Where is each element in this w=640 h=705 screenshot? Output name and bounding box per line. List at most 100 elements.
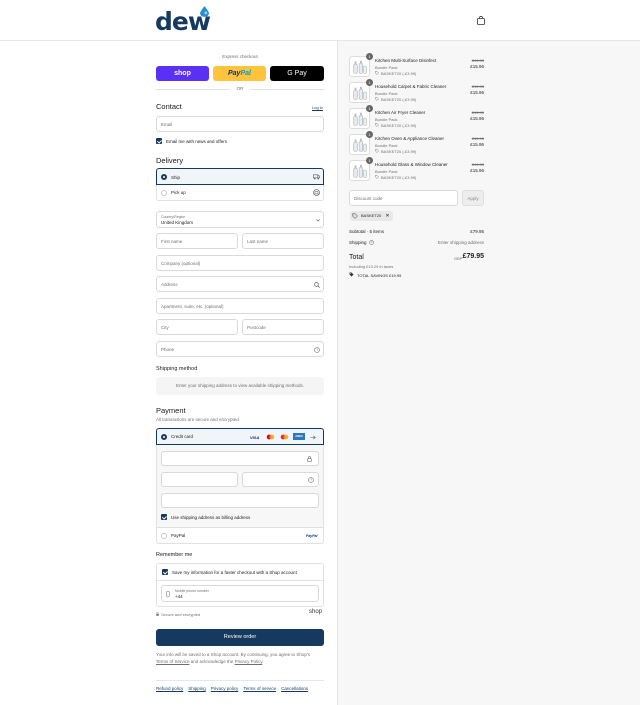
review-order-button[interactable]: Review order — [156, 629, 324, 646]
savings-tag-icon — [349, 272, 354, 277]
item-quantity-badge: 1 — [366, 53, 373, 60]
express-checkout-label: Express checkout — [222, 54, 258, 59]
discount-tag: BASKET20 ✕ — [350, 211, 393, 221]
country-select[interactable]: Country/Region United Kingdom — [156, 211, 324, 228]
mobile-phone-field[interactable]: Mobile phone number +44 — [161, 585, 319, 602]
name-on-card-field[interactable] — [161, 493, 319, 508]
phone-field[interactable]: Phone ? — [156, 341, 324, 357]
item-old-price: £19.95 — [471, 110, 484, 115]
address-placeholder: Address — [161, 282, 178, 287]
footer-link-cancellations[interactable]: Cancellations — [281, 686, 308, 691]
item-quantity: 1 — [368, 106, 371, 111]
paypal-pay-label: Pay — [228, 70, 241, 77]
address-field[interactable]: Address — [156, 276, 324, 292]
discount-tag-icon — [375, 97, 379, 101]
newsletter-checkbox[interactable] — [156, 138, 162, 144]
review-order-label: Review order — [223, 634, 257, 640]
item-price: £15.96 — [470, 64, 484, 69]
email-field[interactable]: Email — [156, 116, 324, 132]
item-name: Household Glass & Window Cleaner — [375, 162, 448, 167]
product-bottle-icon — [353, 138, 367, 152]
card-number-field[interactable] — [161, 451, 319, 466]
shop-pay-label: shop — [174, 70, 191, 77]
shipping-value: Enter shipping address — [437, 240, 484, 245]
footer-link-privacy[interactable]: Privacy policy — [211, 686, 239, 691]
ship-option[interactable]: Ship — [156, 168, 324, 185]
store-icon — [313, 189, 320, 196]
billing-same-checkbox[interactable] — [161, 514, 167, 520]
secure-encrypted-label: Secure and encrypted — [161, 611, 201, 617]
newsletter-label: Email me with news and offers — [166, 138, 227, 144]
item-name: Kitchen Oven & Appliance Cleaner — [375, 136, 445, 141]
paypal-radio[interactable] — [161, 533, 167, 539]
item-quantity: 1 — [368, 132, 371, 137]
google-pay-button[interactable]: G Pay — [270, 66, 324, 81]
item-name: Kitchen Multi-Surface Disinfect — [375, 58, 437, 63]
pickup-radio[interactable] — [161, 190, 167, 196]
legal-end: . — [262, 658, 264, 664]
chevron-down-icon — [316, 218, 320, 222]
credit-card-option[interactable]: Credit card VISA AMEX — [156, 428, 324, 445]
apply-button[interactable]: Apply — [462, 190, 484, 206]
total-currency: GBP — [454, 256, 463, 261]
footer-link-terms[interactable]: Terms of service — [243, 686, 276, 691]
discount-code-placeholder: Discount code — [354, 196, 383, 201]
svg-text:?: ? — [310, 478, 312, 482]
credit-card-label: Credit card — [171, 434, 194, 439]
help-circle-icon[interactable]: ? — [308, 477, 314, 483]
city-field[interactable]: City — [156, 319, 238, 335]
country-label: Country/Region — [161, 214, 186, 219]
last-name-field[interactable]: Last name — [242, 233, 324, 249]
item-name: Household Carpet & Fabric Cleaner — [375, 84, 447, 89]
first-name-field[interactable]: First name — [156, 233, 238, 249]
apartment-field[interactable]: Apartment, suite, etc. (optional) — [156, 298, 324, 314]
shipping-label: Shipping — [349, 240, 367, 245]
item-discount: BASKET20 (-£3.99) — [381, 96, 417, 102]
shipping-method-message: Enter your shipping address to view avai… — [156, 377, 324, 395]
item-variant: Bundle Pack — [375, 65, 398, 70]
security-code-field[interactable]: ? — [242, 472, 319, 487]
footer-link-refund[interactable]: Refund policy — [156, 686, 183, 691]
discount-tag-icon — [375, 71, 379, 75]
shopping-bag-icon[interactable] — [477, 16, 485, 25]
product-bottle-icon — [353, 112, 367, 126]
pickup-option[interactable]: Pick up — [156, 185, 324, 201]
item-discount: BASKET20 (-£3.99) — [381, 148, 417, 154]
item-price: £15.96 — [470, 90, 484, 95]
help-circle-icon[interactable]: ? — [369, 240, 374, 245]
or-label: OR — [236, 86, 244, 91]
mobile-phone-value: +44 — [175, 594, 183, 599]
item-old-price: £19.95 — [471, 136, 484, 141]
save-info-checkbox[interactable] — [162, 569, 168, 575]
save-info-label: Save my information for a faster checkou… — [172, 569, 297, 575]
discount-code-field[interactable]: Discount code — [349, 190, 458, 206]
svg-text:?: ? — [316, 348, 318, 352]
shipping-method-title: Shipping method — [156, 366, 198, 372]
expiry-field[interactable] — [161, 472, 238, 487]
credit-card-radio[interactable] — [161, 434, 167, 440]
shop-pay-button[interactable]: shop — [156, 66, 209, 81]
remove-discount-icon[interactable]: ✕ — [385, 213, 389, 219]
discount-tag-icon — [375, 123, 379, 127]
help-circle-icon[interactable]: ? — [314, 346, 320, 353]
shop-privacy-link[interactable]: Privacy Policy — [235, 659, 263, 664]
item-price: £15.96 — [470, 116, 484, 121]
login-link[interactable]: Log in — [312, 105, 323, 110]
item-variant: Bundle Pack — [375, 143, 398, 148]
paypal-button[interactable]: Pay Pal — [213, 66, 266, 81]
maestro-icon — [280, 434, 289, 440]
mobile-phone-label: Mobile phone number — [175, 588, 209, 593]
item-quantity: 1 — [368, 80, 371, 85]
footer-link-shipping[interactable]: Shipping — [188, 686, 206, 691]
total-savings: TOTAL SAVINGS £19.95 — [357, 273, 401, 278]
or-divider: OR — [156, 86, 324, 91]
item-variant: Bundle Pack — [375, 117, 398, 122]
item-discount: BASKET20 (-£3.99) — [381, 174, 417, 180]
item-discount: BASKET20 (-£3.99) — [381, 122, 417, 128]
subtotal-value: £79.95 — [470, 229, 484, 234]
paypal-option[interactable]: PayPal PayPal — [156, 527, 324, 544]
postcode-field[interactable]: Postcode — [242, 319, 324, 335]
ship-radio[interactable] — [161, 174, 167, 180]
company-field[interactable]: Company (optional) — [156, 255, 324, 271]
shop-terms-link[interactable]: Terms of Service — [156, 659, 190, 664]
